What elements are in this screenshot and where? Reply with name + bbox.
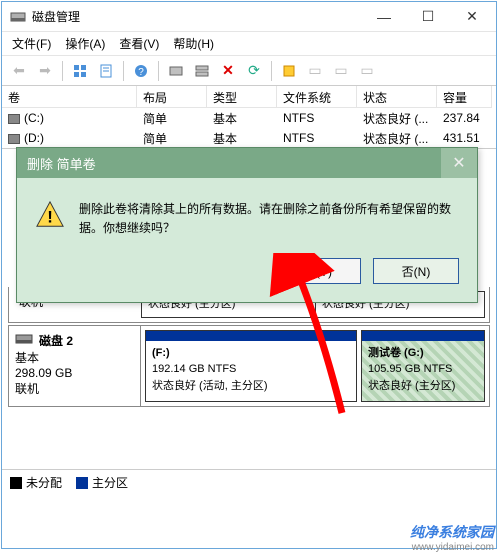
disk-type: 基本: [15, 349, 134, 366]
dialog-close-button[interactable]: ✕: [441, 148, 477, 178]
disk-icon: [15, 332, 33, 349]
partition-g-selected[interactable]: 测试卷 (G:) 105.95 GB NTFS 状态良好 (主分区): [361, 330, 485, 402]
view-grid-icon[interactable]: [69, 60, 91, 82]
legend-swatch-unallocated: [10, 477, 22, 489]
legend-primary: 主分区: [92, 476, 128, 490]
menu-view[interactable]: 查看(V): [119, 35, 159, 52]
col-filesystem[interactable]: 文件系统: [277, 86, 357, 108]
partition-bar: [362, 331, 484, 341]
bottom-spacer: [2, 409, 496, 469]
volume-table: 卷 布局 类型 文件系统 状态 容量 (C:) 简单 基本 NTFS 状态良好 …: [2, 86, 496, 149]
help-icon[interactable]: ?: [130, 60, 152, 82]
window-title: 磁盘管理: [32, 8, 362, 25]
legend: 未分配 主分区: [2, 469, 496, 495]
cell-type: 基本: [207, 108, 277, 129]
partition-f[interactable]: (F:) 192.14 GB NTFS 状态良好 (活动, 主分区): [145, 330, 357, 402]
col-type[interactable]: 类型: [207, 86, 277, 108]
table-row[interactable]: (D:) 简单 基本 NTFS 状态良好 (... 431.51: [2, 128, 496, 148]
col-capacity[interactable]: 容量: [437, 86, 492, 108]
partition-state: 状态良好 (主分区): [368, 380, 455, 392]
partition-name: 测试卷 (G:): [368, 347, 424, 359]
watermark-brand: 纯净系统家园: [410, 524, 494, 540]
app-icon: [10, 9, 26, 25]
cell-layout: 简单: [137, 128, 207, 149]
cell-layout: 简单: [137, 108, 207, 129]
dialog-message: 删除此卷将清除其上的所有数据。请在删除之前备份所有希望保留的数据。你想继续吗？: [79, 200, 459, 238]
vol-name: (D:): [24, 131, 44, 145]
warning-icon: !: [35, 200, 65, 228]
delete-icon[interactable]: ✕: [217, 60, 239, 82]
table-header: 卷 布局 类型 文件系统 状态 容量: [2, 86, 496, 108]
close-button[interactable]: ✕: [450, 3, 494, 31]
disk-view-icon[interactable]: [165, 60, 187, 82]
titlebar: 磁盘管理 — ☐ ✕: [2, 2, 496, 32]
menubar: 文件(F) 操作(A) 查看(V) 帮助(H): [2, 32, 496, 56]
disk-row-2: 磁盘 2 基本 298.09 GB 联机 (F:) 192.14 GB NTFS…: [8, 325, 490, 407]
separator: [158, 61, 159, 81]
menu-file[interactable]: 文件(F): [12, 35, 51, 52]
volume-icon: [8, 114, 20, 124]
separator: [123, 61, 124, 81]
separator: [271, 61, 272, 81]
partition-info: 192.14 GB NTFS: [152, 363, 236, 375]
minimize-button[interactable]: —: [362, 3, 406, 31]
dialog-titlebar: 删除 简单卷 ✕: [17, 148, 477, 178]
maximize-button[interactable]: ☐: [406, 3, 450, 31]
no-button[interactable]: 否(N): [373, 258, 459, 284]
disabled-icon-3: ▭: [356, 60, 378, 82]
disk-status: 联机: [15, 380, 134, 397]
cell-state: 状态良好 (...: [357, 128, 437, 149]
forward-icon: ➡: [34, 60, 56, 82]
col-layout[interactable]: 布局: [137, 86, 207, 108]
dialog-title: 删除 简单卷: [27, 154, 96, 173]
properties-icon[interactable]: [95, 60, 117, 82]
disk-name: 磁盘 2: [39, 332, 73, 349]
cell-cap: 431.51: [437, 129, 492, 147]
cell-cap: 237.84: [437, 109, 492, 127]
partition-bar: [146, 331, 356, 341]
col-volume[interactable]: 卷: [2, 86, 137, 108]
cell-type: 基本: [207, 128, 277, 149]
confirm-delete-dialog: 删除 简单卷 ✕ ! 删除此卷将清除其上的所有数据。请在删除之前备份所有希望保留…: [16, 147, 478, 303]
svg-text:?: ?: [138, 67, 144, 78]
new-volume-icon[interactable]: [278, 60, 300, 82]
legend-swatch-primary: [76, 477, 88, 489]
partition-info: 105.95 GB NTFS: [368, 363, 452, 375]
menu-action[interactable]: 操作(A): [65, 35, 105, 52]
separator: [62, 61, 63, 81]
cell-fs: NTFS: [277, 109, 357, 127]
svg-text:!: !: [47, 208, 53, 227]
cell-fs: NTFS: [277, 129, 357, 147]
table-row[interactable]: (C:) 简单 基本 NTFS 状态良好 (... 237.84: [2, 108, 496, 128]
menu-help[interactable]: 帮助(H): [173, 35, 214, 52]
disk-label[interactable]: 磁盘 2 基本 298.09 GB 联机: [9, 326, 141, 406]
watermark-url: www.yidaimei.com: [410, 542, 494, 553]
watermark: 纯净系统家园 www.yidaimei.com: [410, 522, 494, 553]
toolbar: ⬅ ➡ ? ✕ ⟳ ▭ ▭ ▭: [2, 56, 496, 86]
vol-name: (C:): [24, 111, 44, 125]
disabled-icon-1: ▭: [304, 60, 326, 82]
volume-view-icon[interactable]: [191, 60, 213, 82]
disk-size: 298.09 GB: [15, 366, 134, 380]
partition-name: (F:): [152, 347, 170, 359]
refresh-icon[interactable]: ⟳: [243, 60, 265, 82]
cell-state: 状态良好 (...: [357, 108, 437, 129]
yes-button[interactable]: 是(Y): [275, 258, 361, 284]
disabled-icon-2: ▭: [330, 60, 352, 82]
col-status[interactable]: 状态: [357, 86, 437, 108]
back-icon: ⬅: [8, 60, 30, 82]
legend-unallocated: 未分配: [26, 476, 62, 490]
disk-map-area: 联机 状态良好 (主分区) 状态良好 (主分区) 磁盘 2 基本 298.09 …: [2, 287, 496, 407]
volume-icon: [8, 134, 20, 144]
partition-state: 状态良好 (活动, 主分区): [152, 380, 268, 392]
